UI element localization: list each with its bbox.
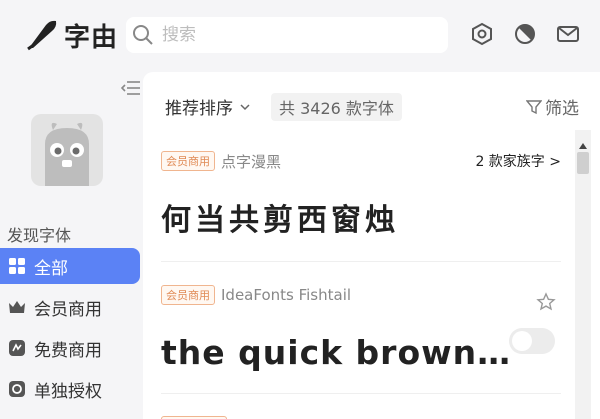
top-bar: 字由: [0, 0, 600, 72]
search-input[interactable]: [160, 24, 434, 46]
sidebar-item-all[interactable]: 全部: [0, 248, 140, 284]
mascot-avatar-icon: [45, 122, 89, 186]
chevron-down-icon: [239, 103, 251, 111]
divider: [161, 393, 561, 394]
font-list-panel: 推荐排序 共 3426 款字体 筛选 会员商用 点字漫黑 2 款家族字 > 何当…: [143, 72, 600, 419]
font-card[interactable]: [161, 412, 561, 419]
settings-icon[interactable]: [470, 22, 494, 46]
filter-icon: [526, 99, 542, 115]
license-icon: [8, 380, 26, 398]
crown-icon: [8, 298, 26, 316]
font-preview[interactable]: the quick brown…: [161, 333, 561, 372]
sort-label: 推荐排序: [165, 99, 233, 119]
free-icon: [8, 339, 26, 357]
search-box[interactable]: [126, 17, 448, 53]
brush-logo-icon: [27, 20, 57, 51]
theme-icon[interactable]: [513, 22, 537, 46]
app-logo[interactable]: 字由: [26, 17, 118, 53]
filter-label: 筛选: [545, 99, 579, 119]
grid-icon: [8, 257, 26, 275]
avatar[interactable]: [31, 114, 103, 186]
app-name: 字由: [64, 22, 119, 53]
scroll-up-icon[interactable]: [579, 134, 587, 153]
sidebar-item-member[interactable]: 会员商用: [0, 289, 140, 325]
search-icon: [132, 24, 154, 46]
sort-dropdown[interactable]: 推荐排序: [165, 94, 251, 119]
star-icon[interactable]: [536, 292, 556, 316]
sidebar-item-label: 全部: [34, 258, 68, 279]
mail-icon[interactable]: [556, 22, 580, 46]
font-name[interactable]: IdeaFonts Fishtail: [221, 286, 351, 304]
section-title: 发现字体: [7, 226, 72, 245]
font-count: 共 3426 款字体: [271, 93, 402, 121]
divider: [161, 261, 561, 262]
enable-font-toggle[interactable]: [509, 328, 555, 354]
font-preview[interactable]: 何当共剪西窗烛: [161, 195, 561, 239]
header-actions: [470, 22, 580, 46]
sidebar-item-label: 单独授权: [34, 381, 102, 402]
category-nav: 全部 会员商用 免费商用 单独授权: [0, 248, 140, 412]
sidebar: 发现字体 全部 会员商用 免费商用 单独授权: [0, 72, 142, 419]
sidebar-item-label: 会员商用: [34, 299, 102, 320]
sidebar-item-license[interactable]: 单独授权: [0, 371, 140, 407]
collapse-sidebar-icon[interactable]: [120, 80, 141, 100]
scrollbar-thumb[interactable]: [577, 152, 589, 174]
license-badge: [161, 415, 227, 419]
license-badge: 会员商用: [161, 151, 215, 171]
font-name[interactable]: 点字漫黑: [221, 151, 281, 172]
list-toolbar: 推荐排序 共 3426 款字体 筛选: [143, 72, 600, 132]
font-card[interactable]: 会员商用 点字漫黑 2 款家族字 > 何当共剪西窗烛: [161, 149, 561, 239]
sidebar-item-free[interactable]: 免费商用: [0, 330, 140, 366]
family-link[interactable]: 2 款家族字 >: [475, 151, 561, 171]
toggle-knob: [512, 331, 532, 351]
sidebar-item-label: 免费商用: [34, 340, 102, 361]
font-card[interactable]: 会员商用 IdeaFonts Fishtail the quick brown…: [161, 283, 561, 372]
filter-button[interactable]: 筛选: [526, 94, 579, 119]
license-badge: 会员商用: [161, 285, 215, 305]
